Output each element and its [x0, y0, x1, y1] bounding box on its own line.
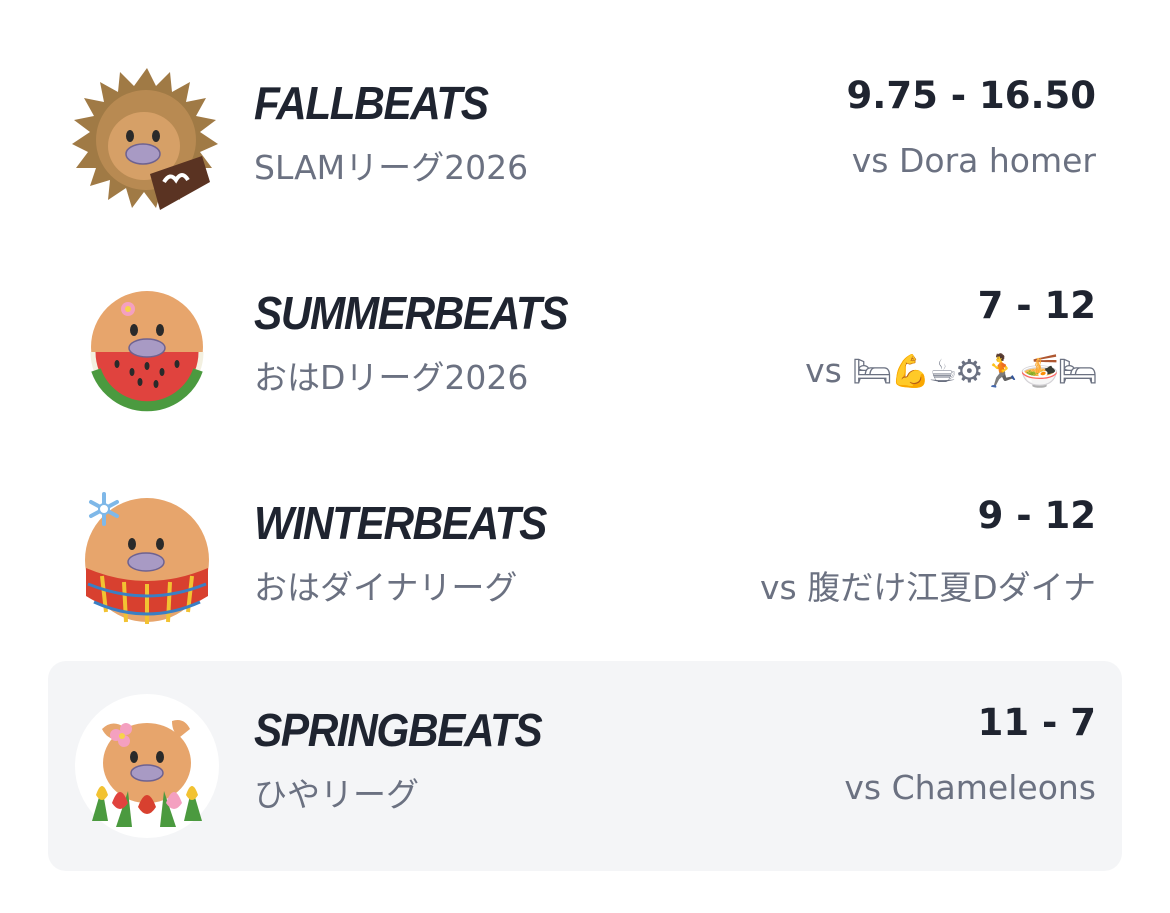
team-name: WINTERBEATS — [254, 497, 547, 549]
platypus-tulips-icon — [72, 691, 222, 841]
score: 9 - 12 — [977, 494, 1096, 537]
platypus-snowflake-scarf-icon — [72, 484, 222, 634]
team-row-summerbeats[interactable]: SUMMERBEATS おはDリーグ2026 7 - 12 vs 🛏💪☕⚙🏃🍜🛏 — [48, 244, 1122, 454]
team-name: SPRINGBEATS — [254, 704, 543, 756]
opponent: vs Chameleons — [844, 768, 1096, 807]
opponent: vs 腹だけ江夏Dダイナ — [760, 568, 1096, 607]
score: 9.75 - 16.50 — [846, 74, 1096, 117]
opponent: vs Dora homer — [851, 141, 1096, 180]
team-name: FALLBEATS — [254, 77, 489, 129]
team-row-fallbeats[interactable]: FALLBEATS SLAMリーグ2026 9.75 - 16.50 vs Do… — [48, 34, 1122, 244]
league-name: おはダイナリーグ — [254, 568, 518, 607]
team-row-winterbeats[interactable]: WINTERBEATS おはダイナリーグ 9 - 12 vs 腹だけ江夏Dダイナ — [48, 454, 1122, 664]
team-name: SUMMERBEATS — [254, 287, 569, 339]
score: 11 - 7 — [977, 701, 1096, 744]
league-name: ひやリーグ — [254, 775, 419, 814]
opponent-emoji-name: 🛏💪☕⚙🏃🍜🛏 — [851, 352, 1098, 390]
platypus-watermelon-icon — [72, 274, 222, 424]
score: 7 - 12 — [977, 284, 1096, 327]
hedgehog-platypus-chocolate-icon — [72, 64, 222, 214]
league-name: おはDリーグ2026 — [254, 358, 529, 397]
opponent-prefix: vs — [805, 351, 842, 390]
league-name: SLAMリーグ2026 — [254, 148, 529, 187]
opponent: vs 🛏💪☕⚙🏃🍜🛏 — [805, 351, 1098, 390]
team-row-springbeats[interactable]: SPRINGBEATS ひやリーグ 11 - 7 vs Chameleons — [48, 661, 1122, 871]
team-list: FALLBEATS SLAMリーグ2026 9.75 - 16.50 vs Do… — [0, 0, 1170, 913]
